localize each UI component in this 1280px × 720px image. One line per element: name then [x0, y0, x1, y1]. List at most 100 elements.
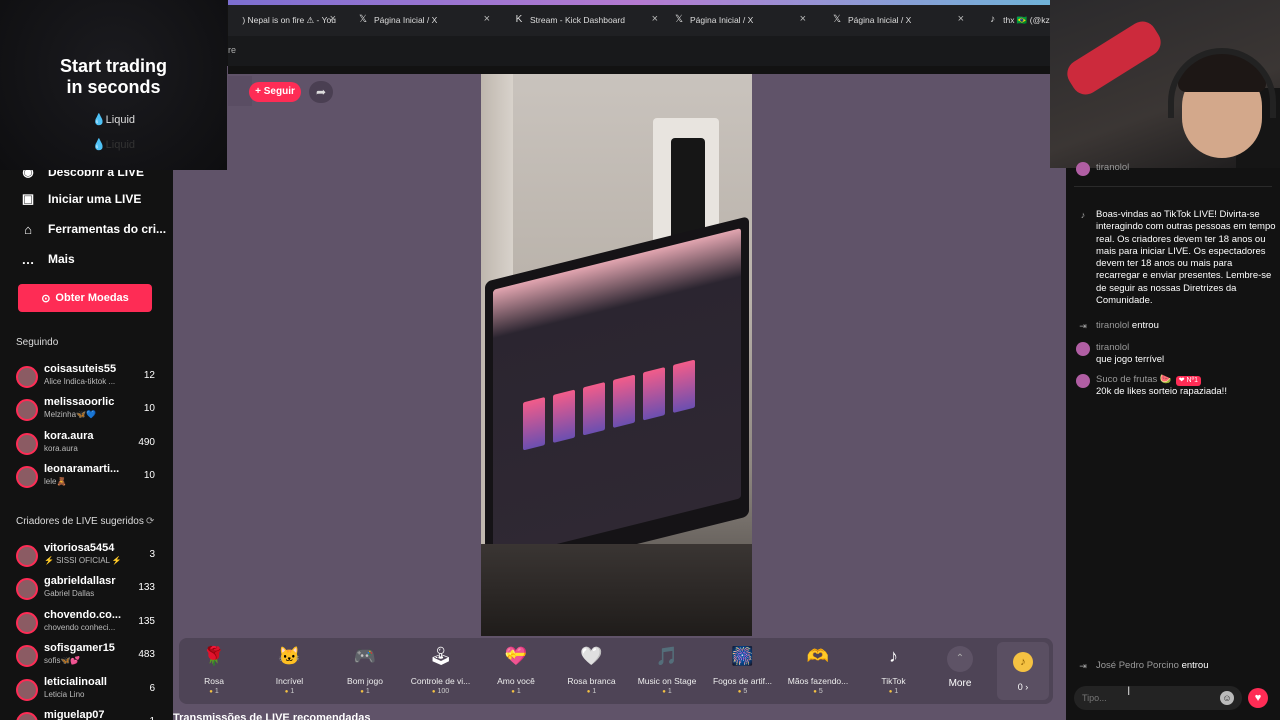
browser-tab[interactable]: 𝕏 Página Inicial / X ×: [832, 8, 964, 32]
sidebar-user-row[interactable]: melissaoorlic Melzinha🦋💙 10: [16, 396, 161, 426]
gift-icon: 🎮: [353, 646, 377, 666]
gift-item[interactable]: 🎆 Fogos de artif... 5: [707, 644, 779, 695]
sidebar-user-row[interactable]: leticialinoall Leticia Lino 6: [16, 676, 161, 706]
user-subtitle: sofis🦋💕: [44, 656, 81, 666]
chat-text: entrou: [1181, 660, 1209, 671]
x-icon: 𝕏: [358, 14, 368, 25]
avatar: [16, 432, 38, 455]
chat-text: que jogo terrível: [1096, 354, 1165, 366]
viewer-count: 6: [149, 682, 155, 694]
viewer-count: 1: [149, 716, 155, 720]
more-gifts-icon[interactable]: ⌃: [947, 646, 973, 672]
gift-item[interactable]: 🫶 Mãos fazendo... 5: [782, 644, 854, 695]
browser-tab[interactable]: ♪ thx 🇧🇷 (@kzn: [988, 8, 1050, 32]
close-icon[interactable]: ×: [652, 13, 658, 25]
browser-tab[interactable]: 𝕏 Página Inicial / X ×: [358, 8, 490, 32]
ad-title: Start trading in seconds: [0, 56, 227, 98]
coin-outline-icon: ⊙: [41, 292, 51, 305]
video-monitor: [485, 216, 749, 582]
like-heart-icon[interactable]: ♥: [1248, 688, 1268, 708]
avatar: [16, 399, 38, 422]
gift-price: 1: [556, 688, 628, 695]
emoji-icon[interactable]: ☺: [1220, 691, 1234, 705]
gift-item[interactable]: 💝 Amo você 1: [480, 644, 552, 695]
chat-input[interactable]: [1082, 690, 1212, 706]
browser-tab[interactable]: ) Nepal is on fire ⚠ - YouTube×: [228, 8, 336, 32]
browser-tab[interactable]: 𝕏 Página Inicial / X ×: [674, 8, 806, 32]
gift-item[interactable]: 🤍 Rosa branca 1: [556, 644, 628, 695]
gift-name: Rosa: [204, 676, 224, 686]
gift-name: TikTok: [881, 676, 906, 686]
browser-tab-label: Stream - Kick Dashboard: [530, 15, 625, 25]
gift-item[interactable]: 🌹 Rosa 1: [178, 644, 250, 695]
share-icon[interactable]: ➦: [309, 81, 333, 103]
refresh-icon[interactable]: ⟳: [146, 516, 154, 527]
user-name: kora.aura: [44, 429, 94, 442]
browser-tab-label: Página Inicial / X: [690, 15, 754, 25]
gift-item[interactable]: 🎵 Music on Stage 1: [631, 644, 703, 695]
live-video[interactable]: [481, 74, 752, 636]
screen: + Seguir ➦ 🌹 Rosa 1 🐱 Incrível 1 🎮 Bom jogo 1 🕹 Co…: [0, 0, 1280, 720]
coin-icon: ♪: [1013, 652, 1033, 672]
avatar: [16, 578, 38, 601]
suggested-title: Criadores de LIVE sugeridos: [16, 516, 144, 527]
close-icon[interactable]: ×: [800, 13, 806, 25]
chat-username: tiranolol: [1096, 320, 1130, 331]
gift-item[interactable]: 🐱 Incrível 1: [254, 644, 326, 695]
more-gifts-label[interactable]: More: [943, 678, 977, 689]
chat-input-box[interactable]: ☺: [1074, 686, 1242, 710]
close-icon[interactable]: ×: [330, 13, 336, 25]
user-name: sofisgamer15: [44, 642, 115, 655]
user-name: leticialinoall: [44, 675, 107, 688]
sidebar-user-row[interactable]: coisasuteis55 Alice Indica-tiktok ... 12: [16, 363, 161, 393]
gift-name: Bom jogo: [347, 676, 383, 686]
close-icon[interactable]: ×: [958, 13, 964, 25]
sidebar-user-row[interactable]: gabrieldallasr Gabriel Dallas 133: [16, 575, 161, 605]
address-text: re: [228, 45, 237, 55]
youtube-icon: [228, 15, 236, 25]
gift-icon: 💝: [504, 646, 528, 666]
gift-item[interactable]: 🎮 Bom jogo 1: [329, 644, 401, 695]
avatar: [16, 366, 38, 388]
ad-banner[interactable]: Start trading in seconds 💧Liquid 💧Liquid: [0, 0, 227, 170]
sidebar-user-row[interactable]: chovendo.co... chovendo conheci... 135: [16, 609, 161, 639]
get-coins-button[interactable]: ⊙ Obter Moedas: [18, 284, 152, 312]
sidebar-user-row[interactable]: leonaramarti... lele🧸 10: [16, 463, 161, 493]
sidebar-item[interactable]: … Mais: [20, 249, 75, 269]
sidebar-item[interactable]: ▣ Iniciar uma LIVE: [20, 189, 142, 209]
sidebar: ◉ Descobrir a LIVE ▣ Iniciar uma LIVE ⌂ Fer…: [0, 164, 173, 720]
sidebar-user-row[interactable]: vitoriosa5454 ⚡ SISSI OFICIAL ⚡ 3: [16, 542, 161, 572]
follow-button[interactable]: + Seguir: [249, 82, 301, 102]
chat-message-body: Suco de frutas 🍉 ❤ Nº1 20k de likes sortei…: [1096, 374, 1276, 399]
user-name: miguelap07: [44, 709, 105, 720]
avatar: [16, 466, 38, 489]
browser-tab-label: ) Nepal is on fire ⚠ - YouTube: [242, 14, 336, 25]
gift-icon: 🎵: [655, 646, 679, 666]
gift-name: Rosa branca: [567, 676, 616, 686]
gift-price: 5: [782, 688, 854, 695]
cam-microphone: [1062, 16, 1166, 100]
webcam-overlay: [1050, 0, 1280, 168]
sidebar-user-row[interactable]: sofisgamer15 sofis🦋💕 483: [16, 642, 161, 672]
gift-price: 1: [858, 688, 930, 695]
close-icon[interactable]: ×: [484, 13, 490, 25]
sidebar-item[interactable]: ⌂ Ferramentas do cri...: [20, 219, 166, 239]
coin-balance[interactable]: ♪ 0 ›: [997, 642, 1049, 700]
gift-icon: 🫶: [806, 646, 830, 666]
video-monitor-screen: [493, 228, 741, 560]
gift-icon: 🎆: [731, 646, 754, 666]
browser-tab[interactable]: K Stream - Kick Dashboard ×: [514, 8, 658, 32]
video-desk: [481, 544, 752, 636]
gift-name: Music on Stage: [637, 676, 697, 686]
sidebar-user-row[interactable]: miguelap07 1: [16, 709, 161, 720]
sidebar-user-row[interactable]: kora.aura kora.aura 490: [16, 430, 161, 460]
gift-item[interactable]: 🕹 Controle de vi... 100: [405, 644, 477, 695]
chat-username: José Pedro Porcino: [1096, 660, 1179, 671]
video-screen-thumb: [673, 359, 695, 414]
browser-address-bar[interactable]: re: [228, 36, 1050, 66]
viewer-count: 135: [138, 615, 155, 627]
viewer-count: 10: [143, 403, 155, 415]
gift-icon: 🌹: [202, 646, 226, 666]
gift-item[interactable]: ♪ TikTok 1: [858, 644, 930, 695]
chat-message-body: tiranolol que jogo terrível: [1096, 342, 1276, 367]
